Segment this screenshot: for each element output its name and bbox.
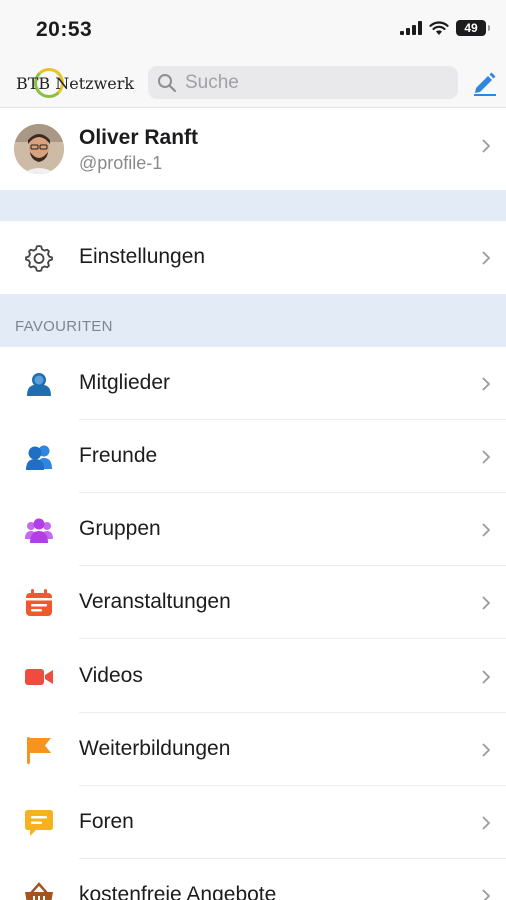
section-title: FAVOURITEN xyxy=(15,318,113,335)
list-item-label: kostenfreie Angebote xyxy=(79,883,277,900)
btb-logo[interactable]: BTB Netzwerk xyxy=(16,68,134,98)
profile-name: Oliver Ranft xyxy=(79,126,199,149)
settings-label: Einstellungen xyxy=(79,245,206,268)
list-item-foren[interactable]: Foren xyxy=(0,786,506,859)
profile-row[interactable]: Oliver Ranft @profile-1 xyxy=(0,109,506,190)
status-time: 20:53 xyxy=(36,18,93,41)
cellular-signal-icon xyxy=(400,21,422,35)
chevron-right-icon xyxy=(482,889,490,900)
compose-icon[interactable] xyxy=(470,68,498,96)
list-item-label: Veranstaltungen xyxy=(79,590,231,613)
row-separator xyxy=(79,638,506,639)
friends-icon xyxy=(26,445,52,470)
profile-handle: @profile-1 xyxy=(79,153,163,173)
chevron-right-icon xyxy=(482,743,490,757)
settings-row[interactable]: Einstellungen xyxy=(0,221,506,294)
logo-text: BTB Netzwerk xyxy=(16,74,135,93)
list-item-label: Weiterbildungen xyxy=(79,737,231,760)
flag-icon xyxy=(27,737,51,764)
chevron-right-icon xyxy=(482,523,490,537)
battery-level: 49 xyxy=(464,21,478,35)
chevron-right-icon xyxy=(482,816,490,830)
list-item-label: Gruppen xyxy=(79,517,161,540)
chevron-right-icon xyxy=(482,450,490,464)
list-item-kostenfreie-angebote[interactable]: kostenfreie Angebote xyxy=(0,859,506,900)
forum-icon xyxy=(25,810,53,836)
search-icon xyxy=(158,73,177,92)
app-header: BTB Netzwerk xyxy=(0,58,506,108)
calendar-icon xyxy=(26,589,52,616)
battery-icon: 49 xyxy=(456,20,490,36)
chevron-right-icon xyxy=(482,139,490,153)
search-input[interactable] xyxy=(185,71,435,94)
chevron-right-icon xyxy=(482,596,490,610)
section-divider xyxy=(0,190,506,221)
members-icon xyxy=(27,373,51,396)
gear-icon xyxy=(25,245,53,272)
list-item-label: Foren xyxy=(79,810,134,833)
favourites-section-header: FAVOURITEN xyxy=(0,294,506,347)
status-icons: 49 xyxy=(400,20,490,36)
list-item-label: Freunde xyxy=(79,444,158,467)
status-bar: 20:53 49 xyxy=(0,0,506,58)
list-item-mitglieder[interactable]: Mitglieder xyxy=(0,347,506,420)
avatar xyxy=(14,124,64,174)
video-icon xyxy=(25,669,53,685)
list-item-veranstaltungen[interactable]: Veranstaltungen xyxy=(0,566,506,639)
search-bar[interactable] xyxy=(148,66,458,99)
list-item-freunde[interactable]: Freunde xyxy=(0,420,506,493)
list-item-label: Mitglieder xyxy=(79,371,171,394)
chevron-right-icon xyxy=(482,377,490,391)
basket-icon xyxy=(25,882,53,900)
chevron-right-icon xyxy=(482,251,490,265)
list-item-videos[interactable]: Videos xyxy=(0,640,506,713)
groups-icon xyxy=(25,518,53,543)
list-item-gruppen[interactable]: Gruppen xyxy=(0,493,506,566)
chevron-right-icon xyxy=(482,670,490,684)
list-item-weiterbildungen[interactable]: Weiterbildungen xyxy=(0,713,506,786)
list-item-label: Videos xyxy=(79,664,143,687)
wifi-icon xyxy=(429,20,449,35)
